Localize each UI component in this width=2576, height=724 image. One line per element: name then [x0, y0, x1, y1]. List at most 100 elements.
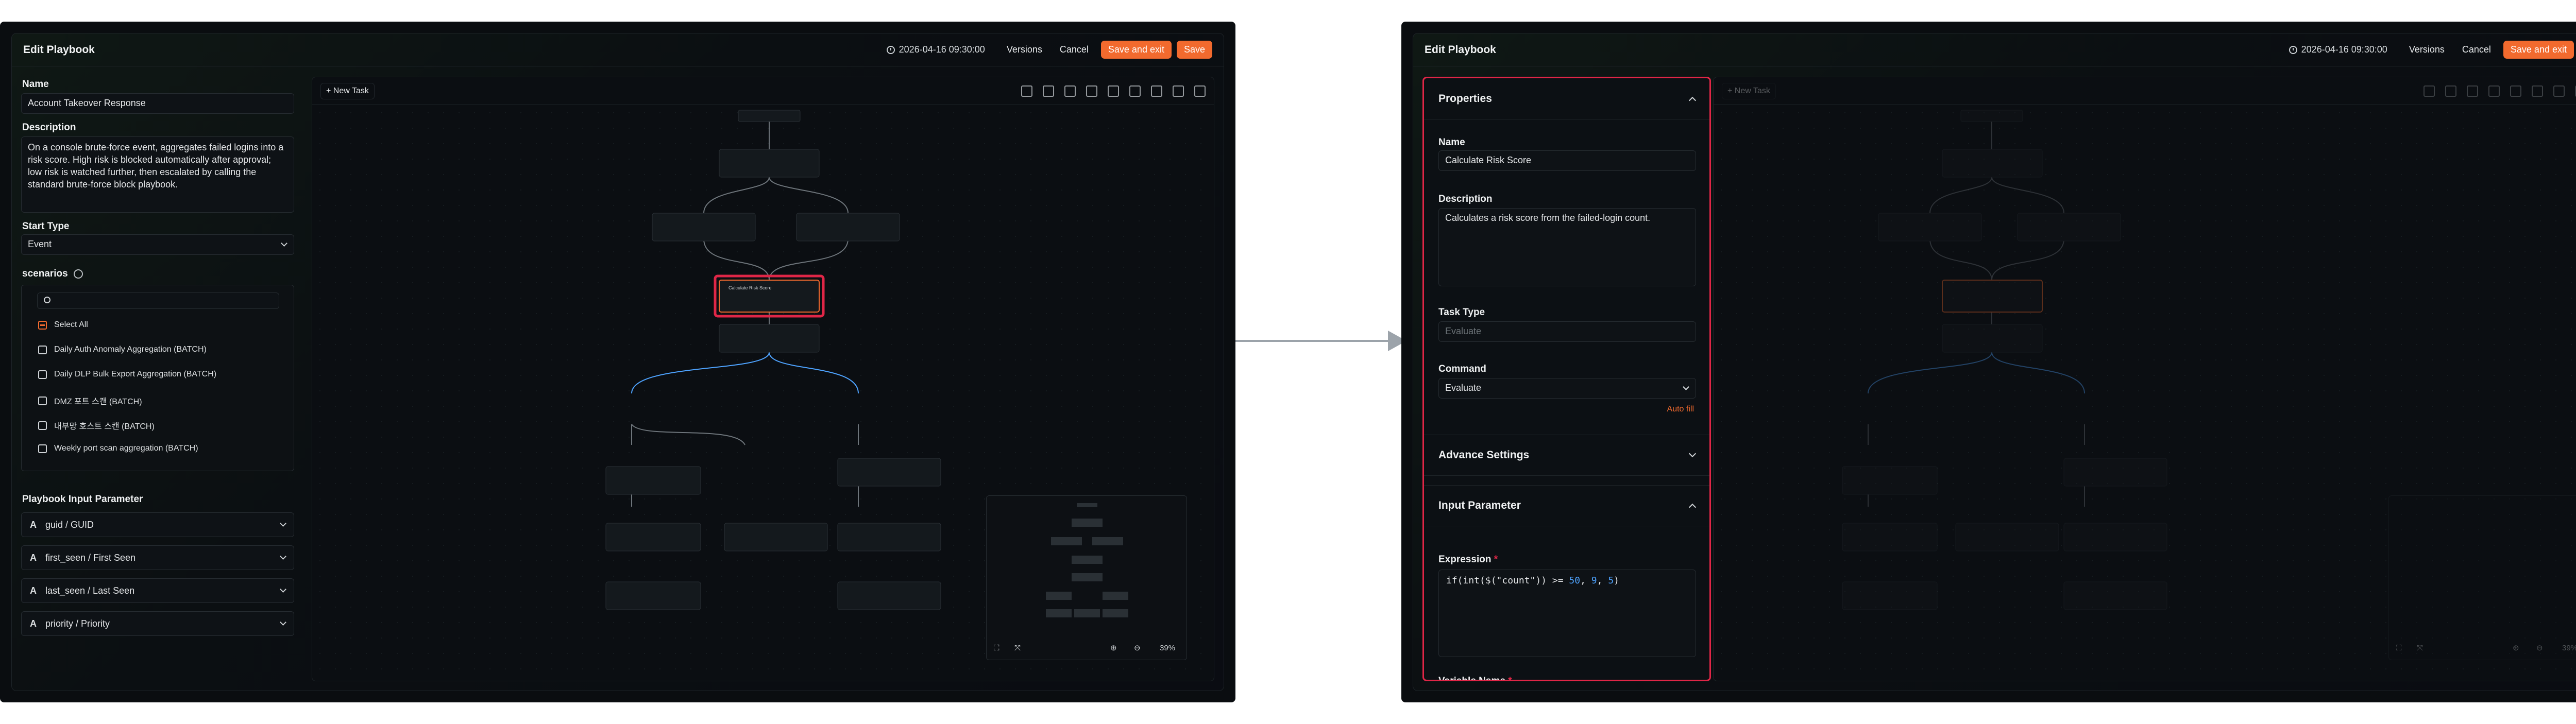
grid-icon[interactable] — [1064, 85, 1076, 97]
canvas-tools — [2424, 85, 2576, 97]
grid-icon[interactable] — [2467, 85, 2478, 97]
fullscreen-icon[interactable]: ⤧ — [1014, 644, 1021, 652]
text-type-icon: A — [30, 552, 37, 563]
scenario-item[interactable]: Weekly port scan aggregation (BATCH) — [38, 444, 198, 453]
scenario-select-all[interactable]: Select All — [38, 320, 88, 330]
new-task-button[interactable]: + New Task — [320, 82, 375, 99]
scenario-item[interactable]: 내부망 호스트 스캔 (BATCH) — [38, 419, 155, 432]
checkbox[interactable] — [38, 444, 47, 453]
screenshot-before: Edit Playbook 2026-04-16 09:30:00 Versio… — [0, 22, 1235, 702]
variable-name-label-text: Variable Name — [1438, 676, 1505, 681]
chevron-down-icon[interactable] — [280, 553, 286, 560]
fit-view-icon[interactable]: ⛶ — [2396, 644, 2402, 652]
expression-editor[interactable]: if(int($("count")) >= 50, 9, 5) — [1438, 570, 1696, 657]
chevron-up-icon[interactable] — [1688, 96, 1697, 104]
align-right-icon[interactable] — [1129, 85, 1141, 97]
cancel-button[interactable]: Cancel — [2455, 41, 2498, 59]
input-param-label: Playbook Input Parameter — [22, 494, 143, 505]
text-type-icon: A — [30, 585, 37, 596]
command-value: Evaluate — [1445, 383, 1482, 393]
param-name: last_seen / Last Seen — [45, 585, 135, 596]
zoom-out-icon[interactable]: ⊖ — [2536, 643, 2543, 652]
task-type-input[interactable]: Evaluate — [1438, 321, 1696, 342]
properties-header[interactable]: Properties — [1424, 78, 1709, 119]
checkbox[interactable] — [38, 421, 47, 430]
param-name: guid / GUID — [45, 519, 94, 530]
task-name-input[interactable]: Calculate Risk Score — [1438, 150, 1696, 171]
start-type-label: Start Type — [22, 221, 70, 232]
save-and-exit-button[interactable]: Save and exit — [2503, 41, 2574, 59]
minimap[interactable]: ⛶ ⤧ ⊕ ⊖ 39% — [986, 495, 1187, 660]
zoom-level: 39% — [1160, 644, 1176, 652]
top-bar: Edit Playbook 2026-04-16 09:30:00 Versio… — [1413, 33, 2576, 66]
chevron-down-icon[interactable] — [280, 619, 286, 626]
save-and-exit-button[interactable]: Save and exit — [1100, 41, 1172, 59]
align-bottom-icon[interactable] — [1194, 85, 1206, 97]
save-button[interactable]: Save — [1176, 41, 1212, 59]
input-param-row[interactable]: Apriority / Priority — [21, 611, 294, 636]
workflow-node — [837, 581, 941, 610]
undo-icon[interactable] — [2424, 85, 2435, 97]
input-parameter-header[interactable]: Input Parameter — [1424, 485, 1709, 526]
scenarios-list: Select All Daily Auth Anomaly Aggregatio… — [21, 285, 294, 471]
properties-panel: Properties Name Calculate Risk Score Des… — [1422, 77, 1711, 681]
description-textarea[interactable]: On a console brute-force event, aggregat… — [21, 136, 294, 213]
align-top-icon[interactable] — [2553, 85, 2565, 97]
cancel-button[interactable]: Cancel — [1053, 41, 1096, 59]
checkbox-indeterminate[interactable] — [38, 320, 47, 330]
new-task-button[interactable]: + New Task — [1722, 82, 1776, 99]
scenario-search-input[interactable] — [37, 292, 279, 309]
zoom-in-icon[interactable]: ⊕ — [1110, 643, 1117, 652]
chevron-down-icon[interactable] — [280, 520, 286, 527]
graph-area[interactable]: ⛶ ⤧ ⊕ ⊖ 39% — [1714, 105, 2576, 681]
input-param-row[interactable]: Afirst_seen / First Seen — [21, 545, 294, 570]
align-left-icon[interactable] — [1086, 85, 1097, 97]
name-input[interactable]: Account Takeover Response — [21, 93, 294, 114]
input-parameter-title: Input Parameter — [1438, 499, 1521, 511]
command-select[interactable]: Evaluate — [1438, 378, 1696, 399]
zoom-out-icon[interactable]: ⊖ — [1134, 643, 1141, 652]
start-type-select[interactable]: Event — [21, 234, 294, 255]
search-icon — [44, 297, 50, 303]
align-center-icon[interactable] — [2510, 85, 2521, 97]
zoom-in-icon[interactable]: ⊕ — [2513, 643, 2519, 652]
clock-icon — [886, 45, 895, 54]
advance-settings-header[interactable]: Advance Settings — [1424, 435, 1709, 476]
expr-part: , — [1597, 575, 1608, 586]
undo-icon[interactable] — [1021, 85, 1032, 97]
align-top-icon[interactable] — [1151, 85, 1162, 97]
scenario-item[interactable]: Daily DLP Bulk Export Aggregation (BATCH… — [38, 370, 216, 379]
checkbox[interactable] — [38, 345, 47, 354]
scenario-item[interactable]: Daily Auth Anomaly Aggregation (BATCH) — [38, 345, 207, 354]
fit-view-icon[interactable]: ⛶ — [994, 644, 999, 652]
versions-button[interactable]: Versions — [999, 41, 1049, 59]
workflow-node — [2063, 581, 2167, 610]
chevron-down-icon[interactable] — [1688, 450, 1697, 458]
align-left-icon[interactable] — [2488, 85, 2500, 97]
workflow-node — [2063, 523, 2167, 551]
redo-icon[interactable] — [2445, 85, 2456, 97]
versions-button[interactable]: Versions — [2402, 41, 2452, 59]
minimap[interactable]: ⛶ ⤧ ⊕ ⊖ 39% — [2388, 495, 2576, 660]
scenario-item[interactable]: DMZ 포트 스캔 (BATCH) — [38, 394, 142, 407]
align-center-icon[interactable] — [1108, 85, 1119, 97]
workflow-node — [1842, 466, 1938, 495]
task-description-textarea[interactable]: Calculates a risk score from the failed-… — [1438, 208, 1696, 286]
playbook-editor: Edit Playbook 2026-04-16 09:30:00 Versio… — [1413, 33, 2576, 691]
align-middle-icon[interactable] — [1173, 85, 1184, 97]
chevron-down-icon[interactable] — [280, 586, 286, 593]
graph-area[interactable]: Calculate Risk Score ⛶ ⤧ ⊕ ⊖ 39% — [312, 105, 1214, 681]
chevron-up-icon[interactable] — [1688, 503, 1697, 511]
workflow-node — [1942, 324, 2043, 353]
checkbox[interactable] — [38, 370, 47, 379]
checkbox[interactable] — [38, 396, 47, 405]
timestamp-text: 2026-04-16 09:30:00 — [2301, 44, 2387, 55]
align-right-icon[interactable] — [2532, 85, 2543, 97]
redo-icon[interactable] — [1043, 85, 1054, 97]
input-param-row[interactable]: Alast_seen / Last Seen — [21, 578, 294, 603]
autofill-link[interactable]: Auto fill — [1667, 405, 1694, 414]
input-param-row[interactable]: Aguid / GUID — [21, 512, 294, 537]
chevron-down-icon — [281, 240, 287, 247]
fullscreen-icon[interactable]: ⤧ — [2417, 644, 2423, 652]
canvas-toolbar: + New Task — [1714, 77, 2576, 105]
